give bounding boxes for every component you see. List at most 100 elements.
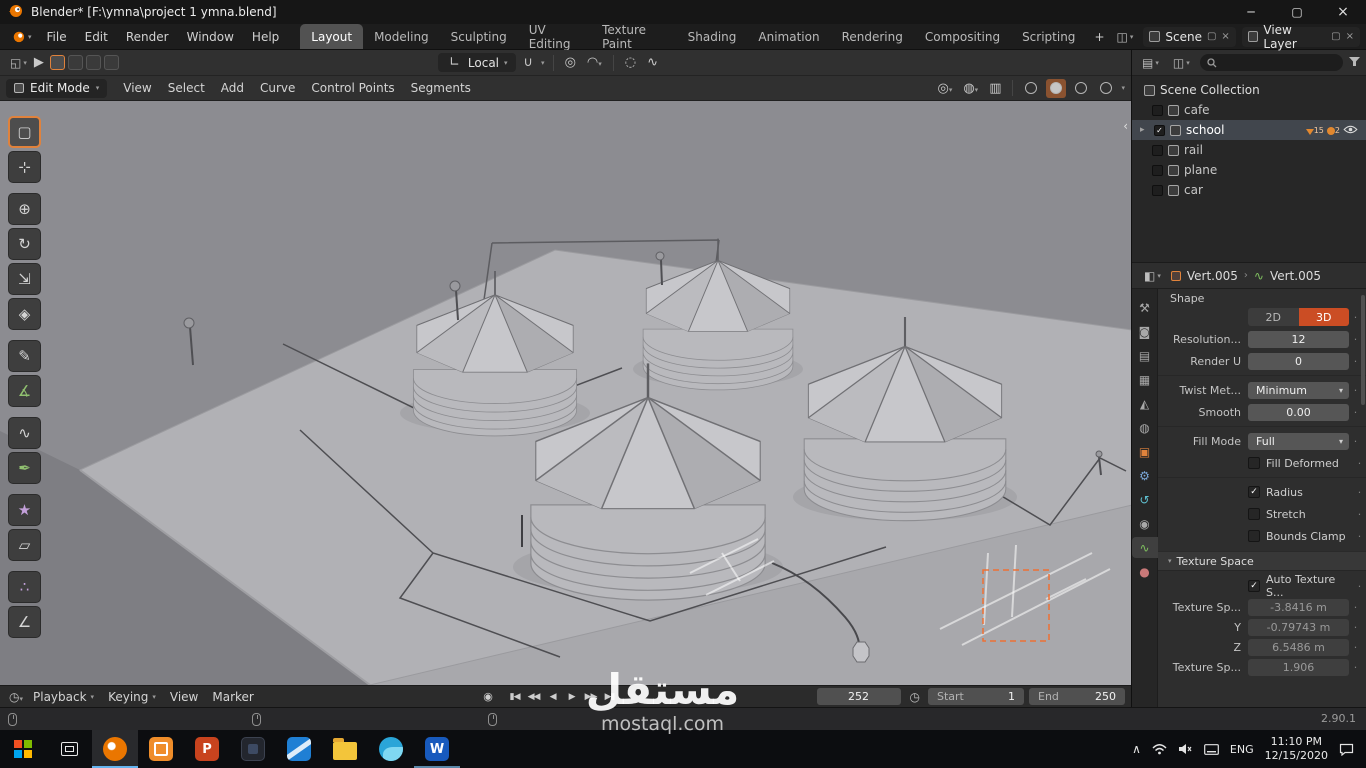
- mode-selector[interactable]: Edit Mode ▾: [6, 78, 108, 98]
- workspace-tab-texture-paint[interactable]: Texture Paint: [591, 23, 677, 51]
- sidebar-collapse-arrow[interactable]: ‹: [1123, 119, 1128, 133]
- view-layer-selector[interactable]: View Layer ▢ ×: [1241, 23, 1360, 51]
- xray-toggle-icon[interactable]: ▥: [986, 81, 1004, 96]
- task-view-button[interactable]: [46, 730, 92, 768]
- new-view-layer-icon[interactable]: ▢: [1331, 31, 1340, 42]
- workspace-tab-modeling[interactable]: Modeling: [363, 24, 440, 49]
- shading-wireframe-button[interactable]: [1021, 79, 1041, 98]
- options-dot-icon[interactable]: ◌: [622, 55, 639, 70]
- menu-file[interactable]: File: [38, 24, 76, 49]
- curve-options-icon[interactable]: ∿: [644, 55, 661, 70]
- texture-location-x-field[interactable]: -3.8416 m: [1248, 598, 1349, 616]
- maximize-button[interactable]: ▢: [1274, 0, 1320, 24]
- radius-checkbox[interactable]: [1248, 486, 1260, 498]
- taskbar-app-blender[interactable]: [92, 730, 138, 768]
- auto-keyframe-button[interactable]: ◉: [478, 688, 497, 705]
- jump-to-start-button[interactable]: ▮◀: [505, 688, 524, 705]
- timeline-menu-view[interactable]: View: [163, 690, 205, 704]
- taskbar-app-code[interactable]: [276, 730, 322, 768]
- tool-curve-pen-button[interactable]: ✒: [8, 452, 41, 484]
- stretch-checkbox[interactable]: [1248, 508, 1260, 520]
- tab-physics[interactable]: ↺: [1133, 489, 1157, 510]
- shading-material-button[interactable]: [1071, 79, 1091, 98]
- proportional-edit-icon[interactable]: ◎: [562, 55, 579, 70]
- current-frame-field[interactable]: 252: [816, 688, 901, 705]
- select-mode-tweak-button[interactable]: [49, 55, 65, 70]
- shading-dropdown[interactable]: ▾: [1121, 84, 1125, 92]
- eye-icon[interactable]: [1343, 123, 1358, 137]
- menu-select[interactable]: Select: [160, 81, 213, 95]
- outliner-row-school[interactable]: ▸ school 15 2: [1132, 120, 1366, 140]
- tool-transform-button[interactable]: ◈: [8, 298, 41, 330]
- menu-segments[interactable]: Segments: [403, 81, 479, 95]
- menu-view[interactable]: View: [115, 81, 159, 95]
- viewport-canvas[interactable]: ▢ ⊹ ⊕ ↻ ⇲ ◈ ✎ ∡ ∿ ✒ ★ ▱ ∴ ∠ ‹: [0, 101, 1131, 685]
- shape-section-header[interactable]: Shape: [1158, 291, 1366, 306]
- prev-keyframe-button[interactable]: ◀◀: [524, 688, 543, 705]
- filter-icon[interactable]: [1349, 56, 1360, 70]
- render-u-field[interactable]: 0: [1248, 352, 1349, 370]
- tool-scale-button[interactable]: ⇲: [8, 263, 41, 295]
- next-keyframe-button[interactable]: ▶▶: [581, 688, 600, 705]
- tab-render[interactable]: ◙: [1133, 321, 1157, 342]
- snap-magnet-icon[interactable]: ∪: [521, 55, 537, 70]
- fill-mode-dropdown[interactable]: Full: [1248, 432, 1349, 450]
- jump-to-end-button[interactable]: ▶▮: [600, 688, 619, 705]
- snap-target-dropdown[interactable]: ▾: [541, 59, 545, 67]
- dimension-3d-button[interactable]: 3D: [1298, 308, 1349, 326]
- texture-location-z-field[interactable]: 6.5486 m: [1248, 638, 1349, 656]
- timeline-menu-marker[interactable]: Marker: [205, 690, 260, 704]
- display-mode-icon[interactable]: ◫ ▾: [1169, 56, 1194, 70]
- shading-solid-button[interactable]: [1046, 78, 1067, 98]
- tray-chevron-up-icon[interactable]: ∧: [1132, 742, 1141, 756]
- menu-window[interactable]: Window: [178, 24, 243, 49]
- touch-keyboard-icon[interactable]: [1203, 743, 1219, 755]
- tool-cursor-button[interactable]: ⊹: [8, 151, 41, 183]
- properties-scrollbar[interactable]: [1361, 295, 1365, 405]
- falloff-curve-icon[interactable]: ◠▾: [584, 55, 605, 70]
- orientation-dropdown[interactable]: ∟ Local ▾: [438, 53, 516, 72]
- bounds-clamp-checkbox[interactable]: [1248, 530, 1260, 542]
- collection-checkbox[interactable]: [1152, 164, 1163, 176]
- fill-deformed-checkbox[interactable]: [1248, 457, 1260, 469]
- menu-add[interactable]: Add: [213, 81, 252, 95]
- tool-extrude-button[interactable]: ★: [8, 494, 41, 526]
- language-indicator[interactable]: ENG: [1230, 743, 1254, 756]
- outliner-row-car[interactable]: car: [1132, 180, 1366, 200]
- outliner-row-plane[interactable]: plane: [1132, 160, 1366, 180]
- taskbar-app-orange[interactable]: [138, 730, 184, 768]
- breadcrumb-data-name[interactable]: Vert.005: [1270, 269, 1321, 283]
- workspace-tab-sculpting[interactable]: Sculpting: [440, 24, 518, 49]
- speaker-icon[interactable]: [1178, 743, 1193, 755]
- outliner-row-rail[interactable]: rail: [1132, 140, 1366, 160]
- collection-checkbox[interactable]: [1154, 124, 1165, 136]
- workspace-tab-shading[interactable]: Shading: [677, 24, 748, 49]
- unlink-scene-icon[interactable]: ×: [1221, 31, 1229, 42]
- select-mode-lasso-button[interactable]: [103, 55, 119, 70]
- workspace-tab-animation[interactable]: Animation: [747, 24, 830, 49]
- select-mode-circle-button[interactable]: [85, 55, 101, 70]
- workspace-tab-rendering[interactable]: Rendering: [831, 24, 914, 49]
- taskbar-app-word[interactable]: W: [414, 730, 460, 768]
- menu-curve[interactable]: Curve: [252, 81, 303, 95]
- tool-tilt-button[interactable]: ∠: [8, 606, 41, 638]
- tool-draw-button[interactable]: ∿: [8, 417, 41, 449]
- tab-scene[interactable]: ◭: [1133, 393, 1157, 414]
- texture-size-field[interactable]: 1.906: [1248, 658, 1349, 676]
- tool-rotate-button[interactable]: ↻: [8, 228, 41, 260]
- tool-randomize-button[interactable]: ∴: [8, 571, 41, 603]
- menu-render[interactable]: Render: [117, 24, 178, 49]
- workspace-tab-scripting[interactable]: Scripting: [1011, 24, 1086, 49]
- editor-type-icon[interactable]: ◱ ▾: [6, 56, 31, 70]
- tool-select-box-button[interactable]: ▢: [8, 116, 41, 148]
- taskbar-app-dark[interactable]: [230, 730, 276, 768]
- playback-dropdown[interactable]: Playback ▾: [26, 690, 101, 704]
- start-button[interactable]: [0, 730, 46, 768]
- show-gizmo-icon[interactable]: ◎▾: [934, 81, 955, 96]
- workspace-tab-compositing[interactable]: Compositing: [914, 24, 1011, 49]
- collection-checkbox[interactable]: [1152, 144, 1163, 156]
- shading-rendered-button[interactable]: [1096, 79, 1116, 98]
- tab-material[interactable]: ●: [1133, 561, 1157, 582]
- keying-dropdown[interactable]: Keying ▾: [101, 690, 163, 704]
- outliner-search-input[interactable]: [1199, 54, 1343, 71]
